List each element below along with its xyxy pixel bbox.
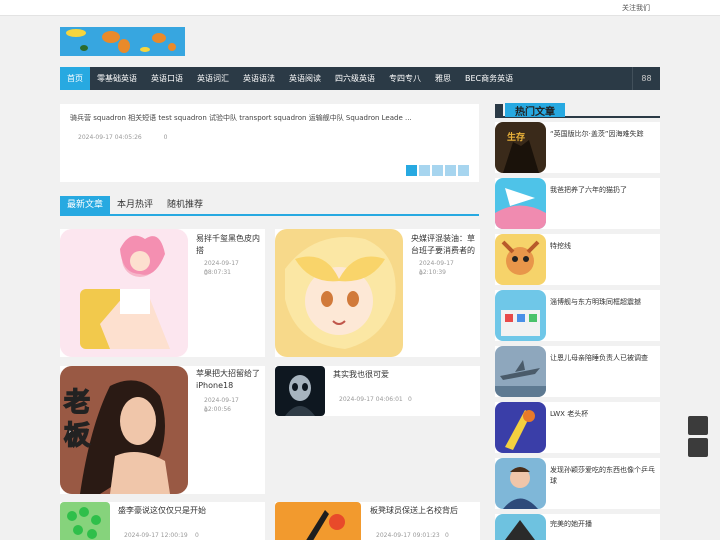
hot-article-title[interactable]: 完美的她开播 [550, 519, 656, 530]
slider-dot-3[interactable] [432, 165, 443, 176]
slider-dot-2[interactable] [419, 165, 430, 176]
slider-text[interactable]: 骑兵营 squadron 相关短语 test squadron 试验中队 tra… [70, 113, 470, 123]
svg-text:板: 板 [64, 421, 90, 451]
hot-article-item[interactable]: 特挖线 [495, 234, 660, 285]
hot-article-thumbnail[interactable] [495, 290, 546, 341]
slider-dot-5[interactable] [458, 165, 469, 176]
article-title[interactable]: 央媒评混装油：草台班子要消费者的 [411, 233, 477, 257]
article-card[interactable]: 老 板 苹果把大招留给了iPhone18 2024-09-17 12:00:56… [60, 366, 265, 494]
hot-article-item[interactable]: 我爸把养了六年的猫扔了 [495, 178, 660, 229]
hot-article-title[interactable]: 淄博舰与东方明珠同框超震撼 [550, 297, 656, 308]
nav-item-home[interactable]: 首页 [60, 67, 90, 90]
article-date: 2024-09-17 04:06:01 [339, 396, 403, 403]
article-thumbnail[interactable] [275, 366, 325, 416]
article-count: 0 [204, 407, 208, 414]
scroll-bottom-button[interactable] [688, 438, 708, 457]
nav-item-cet[interactable]: 四六级英语 [328, 67, 382, 90]
article-date: 2024-09-17 12:00:19 [124, 532, 188, 539]
article-title[interactable]: 苹果把大招留给了iPhone18 [196, 368, 262, 392]
article-title[interactable]: 易拌千玺黑色皮内搭 [196, 233, 262, 257]
article-card[interactable]: 其实我也很可爱 2024-09-17 04:06:01 0 [275, 366, 480, 416]
article-date: 2024-09-17 09:01:23 [376, 532, 440, 539]
article-thumbnail[interactable] [60, 229, 188, 357]
article-card[interactable]: 央媒评混装油：草台班子要消费者的 2024-09-17 12:10:39 0 [275, 229, 480, 357]
article-count: 0 [419, 270, 423, 277]
hot-article-thumbnail[interactable] [495, 178, 546, 229]
article-count: 0 [408, 396, 412, 403]
article-thumbnail[interactable] [275, 229, 403, 357]
hot-article-thumbnail[interactable] [495, 234, 546, 285]
nav-item-ielts[interactable]: 雅思 [428, 67, 458, 90]
nav-item-vocabulary[interactable]: 英语词汇 [190, 67, 236, 90]
scroll-top-button[interactable] [688, 416, 708, 435]
hot-article-title[interactable]: 我爸把养了六年的猫扔了 [550, 185, 656, 196]
article-card[interactable]: 盛李豪说这仅仅只是开始 2024-09-17 12:00:19 0 [60, 502, 265, 540]
hot-article-thumbnail[interactable] [495, 346, 546, 397]
follow-us-link[interactable]: 关注我们 [622, 3, 650, 13]
hot-article-title[interactable]: LWX 老头杯 [550, 409, 656, 420]
hot-article-thumbnail[interactable] [495, 514, 546, 540]
hot-article-item[interactable]: LWX 老头杯 [495, 402, 660, 453]
site-logo[interactable] [60, 27, 185, 56]
article-thumbnail[interactable] [60, 502, 110, 540]
article-tabs: 最新文章 本月热评 随机推荐 [60, 196, 479, 216]
slider-dot-4[interactable] [445, 165, 456, 176]
tab-random[interactable]: 随机推荐 [160, 196, 210, 214]
nav-item-reading[interactable]: 英语阅读 [282, 67, 328, 90]
nav-item-tem[interactable]: 专四专八 [382, 67, 428, 90]
hot-articles-title: 热门文章 [515, 107, 555, 118]
article-title[interactable]: 盛李豪说这仅仅只是开始 [118, 505, 258, 517]
tab-monthly-hot[interactable]: 本月热评 [110, 196, 160, 214]
hot-article-item[interactable]: 让恩儿母亲陪睡负责人已被调查 [495, 346, 660, 397]
nav-item-bec[interactable]: BEC商务英语 [458, 67, 520, 90]
svg-text:生存: 生存 [507, 131, 525, 143]
article-count: 0 [445, 532, 449, 539]
menu-grid-icon[interactable]: 88 [632, 67, 660, 90]
hot-article-thumbnail[interactable]: 生存 [495, 122, 546, 173]
hot-article-thumbnail[interactable] [495, 402, 546, 453]
article-count: 0 [204, 270, 208, 277]
article-card[interactable]: 板凳球员保送上名校背后 2024-09-17 09:01:23 0 [275, 502, 480, 540]
svg-text:老: 老 [64, 388, 90, 418]
hot-article-thumbnail[interactable] [495, 458, 546, 509]
article-title[interactable]: 其实我也很可爱 [333, 369, 473, 381]
hot-article-item[interactable]: 生存 “英国版比尔·盖茨”因海难失踪 [495, 122, 660, 173]
nav-item-speaking[interactable]: 英语口语 [144, 67, 190, 90]
hot-articles-header: 热门文章 [495, 102, 660, 118]
tab-latest[interactable]: 最新文章 [60, 196, 111, 214]
article-date: 2024-09-17 12:00:56 [204, 397, 239, 413]
hot-article-item[interactable]: 淄博舰与东方明珠同框超震撼 [495, 290, 660, 341]
hot-article-title[interactable]: 特挖线 [550, 241, 656, 252]
hot-article-title[interactable]: 发现孙颖莎爱吃的东西也像个乒乓球 [550, 465, 656, 487]
article-thumbnail[interactable]: 老 板 [60, 366, 188, 494]
article-date: 2024-09-17 12:10:39 [419, 260, 454, 276]
article-count: 0 [195, 532, 199, 539]
top-bar: 关注我们 [0, 0, 720, 16]
hot-article-title[interactable]: 让恩儿母亲陪睡负责人已被调查 [550, 353, 656, 364]
hot-article-item[interactable]: 发现孙颖莎爱吃的东西也像个乒乓球 [495, 458, 660, 509]
slider-date: 2024-09-17 04:05:26 [78, 134, 142, 141]
hot-article-title[interactable]: “英国版比尔·盖茨”因海难失踪 [550, 129, 656, 140]
article-title[interactable]: 板凳球员保送上名校背后 [370, 505, 475, 517]
slider-count: 0 [163, 134, 168, 141]
nav-item-grammar[interactable]: 英语语法 [236, 67, 282, 90]
main-nav: 首页 零基础英语 英语口语 英语词汇 英语语法 英语阅读 四六级英语 专四专八 … [60, 67, 660, 90]
article-thumbnail[interactable] [275, 502, 361, 540]
slider-pagination [406, 165, 469, 176]
hot-article-item[interactable]: 完美的她开播 [495, 514, 660, 540]
featured-slider: 骑兵营 squadron 相关短语 test squadron 试验中队 tra… [60, 104, 479, 182]
nav-item-basic-english[interactable]: 零基础英语 [90, 67, 144, 90]
article-date: 2024-09-17 08:07:31 [204, 260, 239, 276]
slider-meta: 2024-09-17 04:05:26 0 [78, 134, 187, 141]
article-card[interactable]: 易拌千玺黑色皮内搭 2024-09-17 08:07:31 0 [60, 229, 265, 357]
slider-dot-1[interactable] [406, 165, 417, 176]
